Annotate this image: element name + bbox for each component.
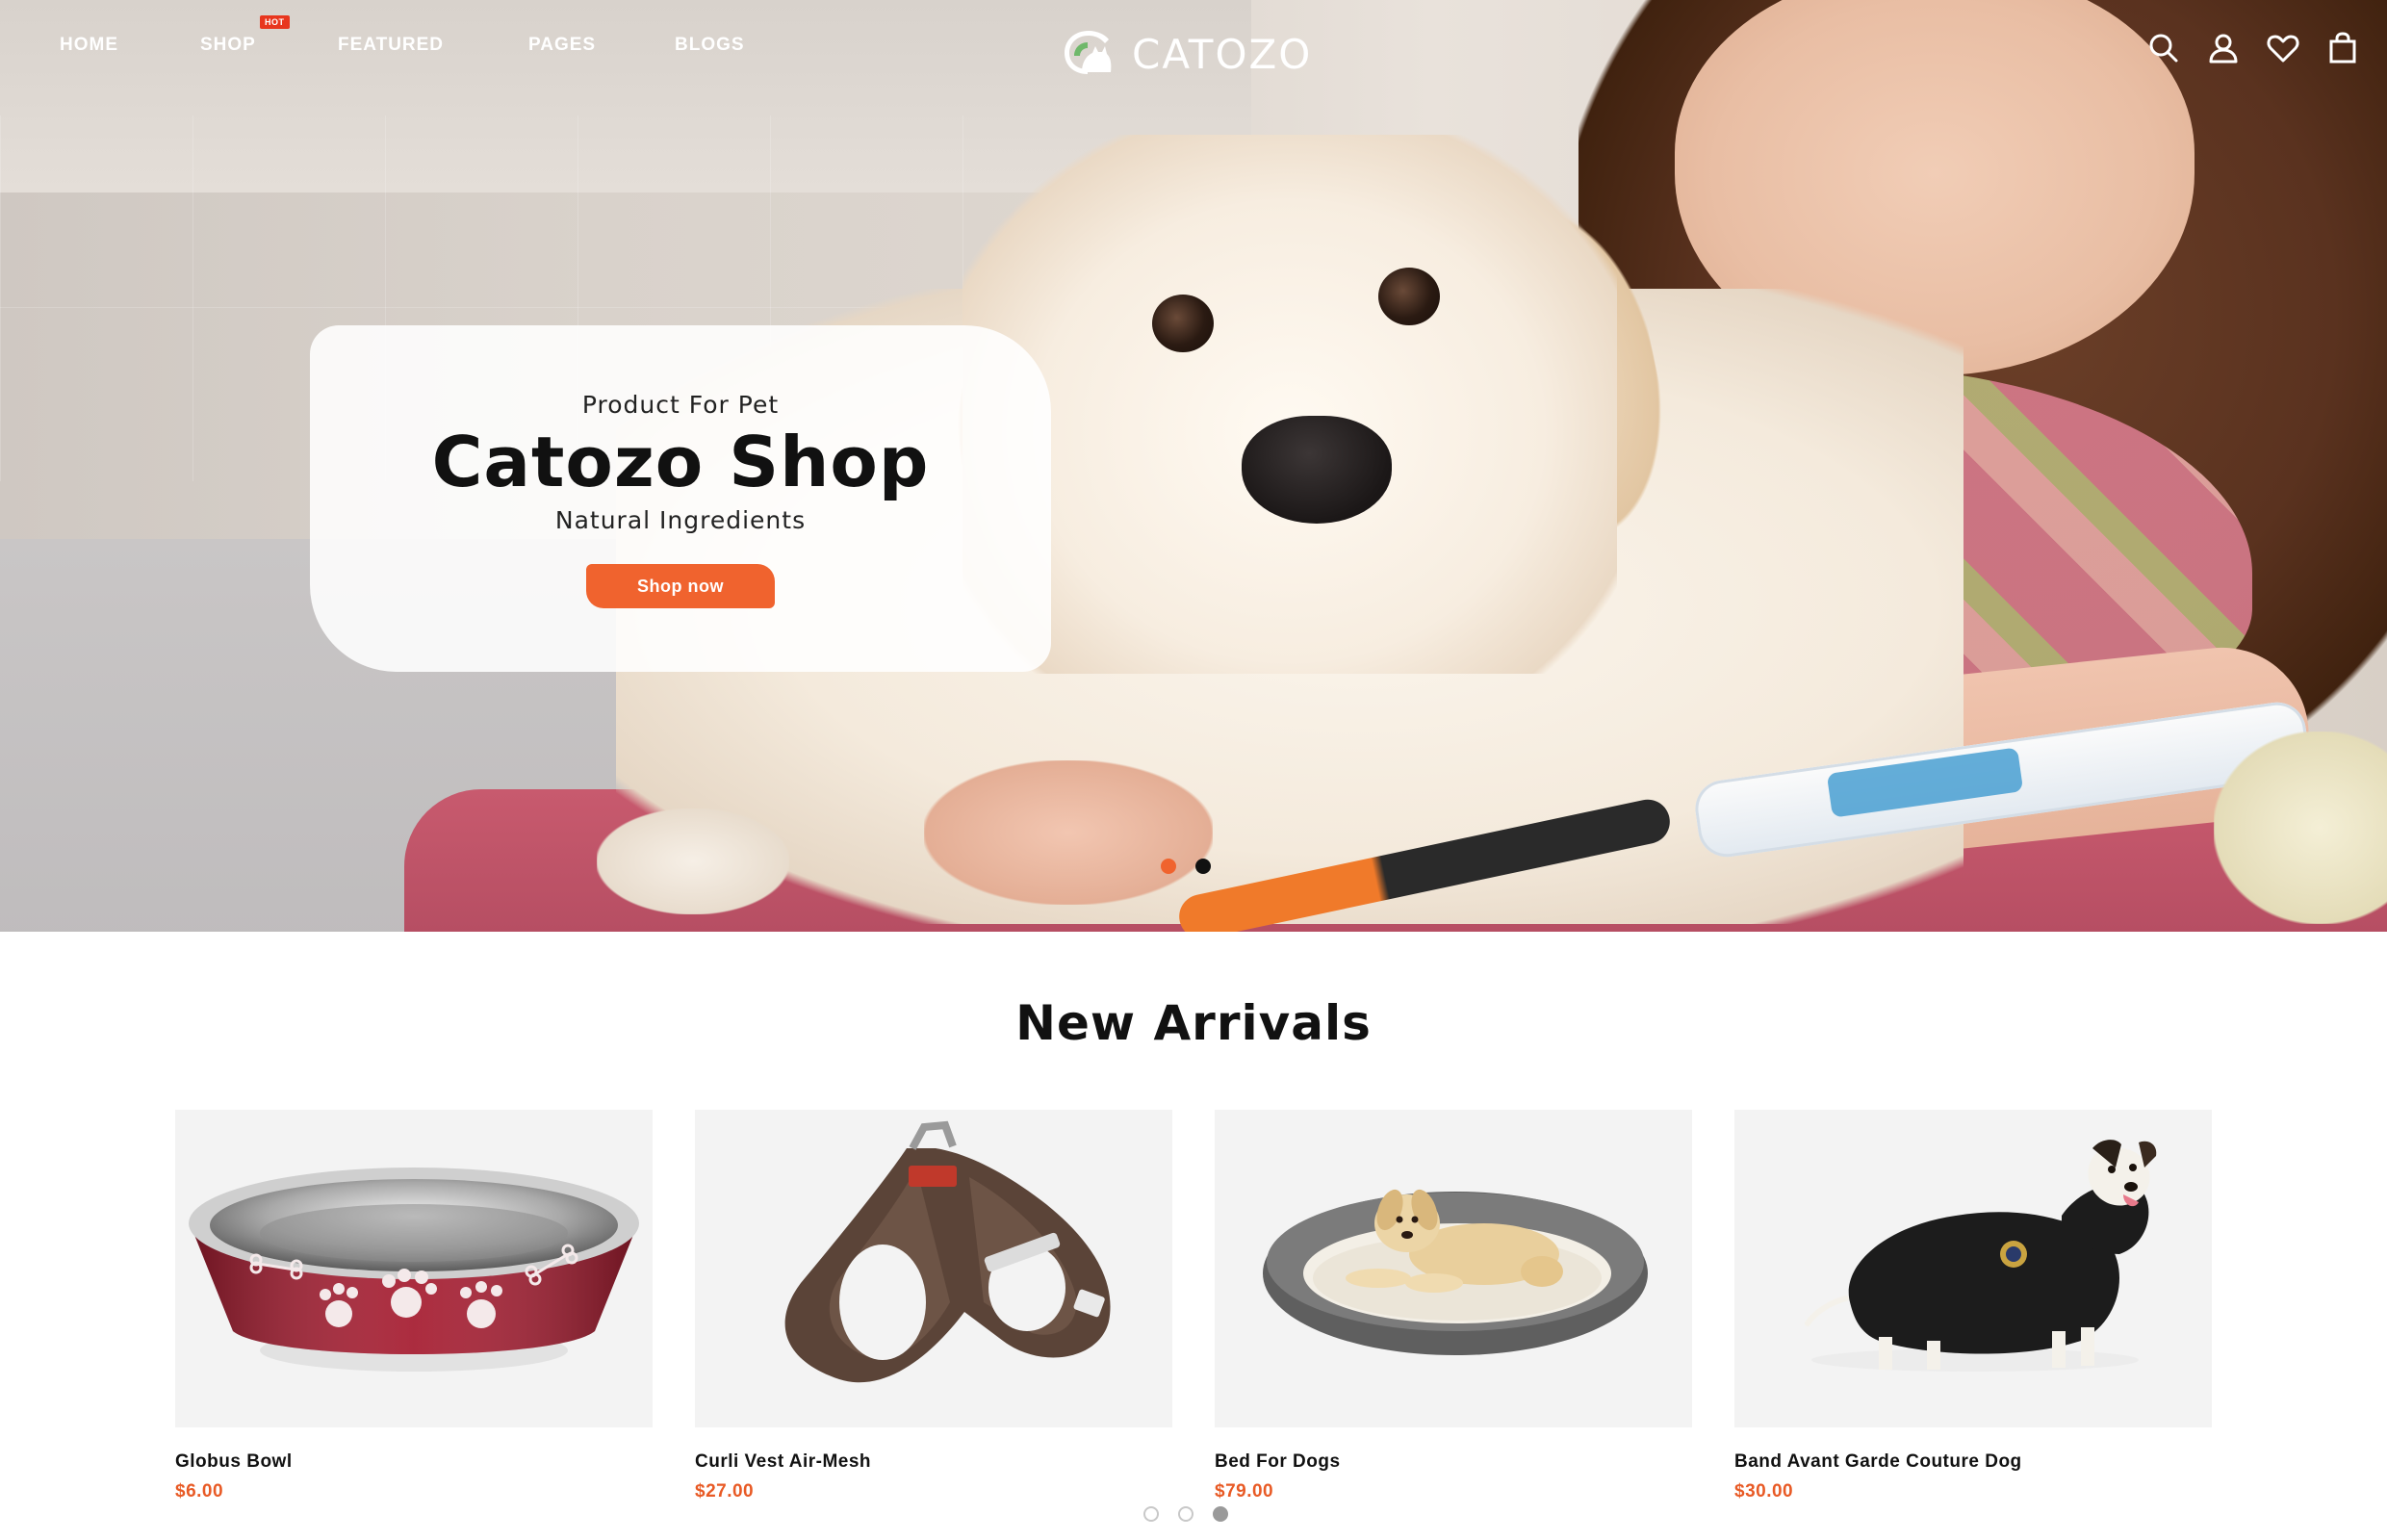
hero-dog-head [962, 135, 1617, 674]
product-price: $27.00 [695, 1481, 755, 1502]
hero-slide-dot-2[interactable] [1195, 859, 1211, 874]
hero-title: Catozo Shop [431, 422, 930, 502]
product-price: $6.00 [175, 1481, 224, 1502]
hero-banner: HOME SHOP HOT FEATURED PAGES BLOGS CATOZ… [0, 0, 2387, 932]
hero-girl-hand [924, 760, 1213, 905]
hero-slider-pagination [1161, 859, 1219, 874]
header-actions [2146, 31, 2377, 69]
nav-item-pages[interactable]: PAGES [528, 35, 596, 56]
nav-item-featured[interactable]: FEATURED [338, 35, 444, 56]
dog-bed-illustration [1263, 1189, 1648, 1355]
hero-eyebrow: Product For Pet [581, 391, 780, 419]
heart-icon[interactable] [2266, 31, 2300, 65]
products-page-dot-3[interactable] [1213, 1506, 1228, 1522]
hero-dog-eye-right [1378, 268, 1440, 325]
logo-wordmark: CATOZO [1132, 31, 1313, 78]
product-name[interactable]: Globus Bowl [175, 1451, 293, 1473]
nav-item-shop[interactable]: SHOP HOT [200, 15, 290, 56]
nav-item-blogs[interactable]: BLOGS [675, 35, 745, 56]
dog-sweater-illustration [1805, 1140, 2157, 1372]
hot-badge: HOT [260, 15, 290, 29]
product-card[interactable]: Band Avant Garde Couture Dog $30.00 [1734, 1110, 2212, 1524]
cat-logo-icon [1065, 31, 1112, 74]
product-name[interactable]: Curli Vest Air-Mesh [695, 1451, 871, 1473]
section-title-new-arrivals: New Arrivals [1015, 995, 1372, 1051]
products-page-dot-1[interactable] [1143, 1506, 1159, 1522]
hero-dog-eye-left [1152, 295, 1214, 352]
site-logo[interactable]: CATOZO [1061, 23, 1330, 85]
hero-slide-dot-1[interactable] [1161, 859, 1176, 874]
shop-now-button[interactable]: Shop now [586, 564, 775, 608]
products-slider-pagination [1143, 1506, 1240, 1522]
dog-harness-illustration [784, 1120, 1111, 1383]
pet-bowl-illustration [189, 1168, 639, 1372]
product-name[interactable]: Bed For Dogs [1215, 1451, 1341, 1473]
hero-dog-paw [597, 808, 789, 914]
search-icon[interactable] [2146, 31, 2181, 65]
nav-item-shop-label: SHOP [200, 35, 256, 55]
product-card[interactable]: Globus Bowl $6.00 [175, 1110, 653, 1524]
product-image-curli-vest[interactable] [695, 1110, 1172, 1427]
hero-content-card: Product For Pet Catozo Shop Natural Ingr… [310, 325, 1051, 672]
product-image-globus-bowl[interactable] [175, 1110, 653, 1427]
product-name[interactable]: Band Avant Garde Couture Dog [1734, 1451, 2022, 1473]
hero-subtitle: Natural Ingredients [554, 506, 807, 534]
product-image-band-avant-garde[interactable] [1734, 1110, 2212, 1427]
shopping-bag-icon[interactable] [2325, 31, 2360, 65]
user-icon[interactable] [2206, 31, 2241, 65]
product-price: $30.00 [1734, 1481, 1794, 1502]
product-card[interactable]: Bed For Dogs $79.00 [1215, 1110, 1692, 1524]
hero-dog-nose [1242, 416, 1392, 524]
product-price: $79.00 [1215, 1481, 1274, 1502]
product-image-bed-for-dogs[interactable] [1215, 1110, 1692, 1427]
nav-item-home[interactable]: HOME [60, 35, 118, 56]
hero-plush-toy [2214, 732, 2387, 924]
product-card[interactable]: Curli Vest Air-Mesh $27.00 [695, 1110, 1172, 1524]
products-page-dot-2[interactable] [1178, 1506, 1194, 1522]
